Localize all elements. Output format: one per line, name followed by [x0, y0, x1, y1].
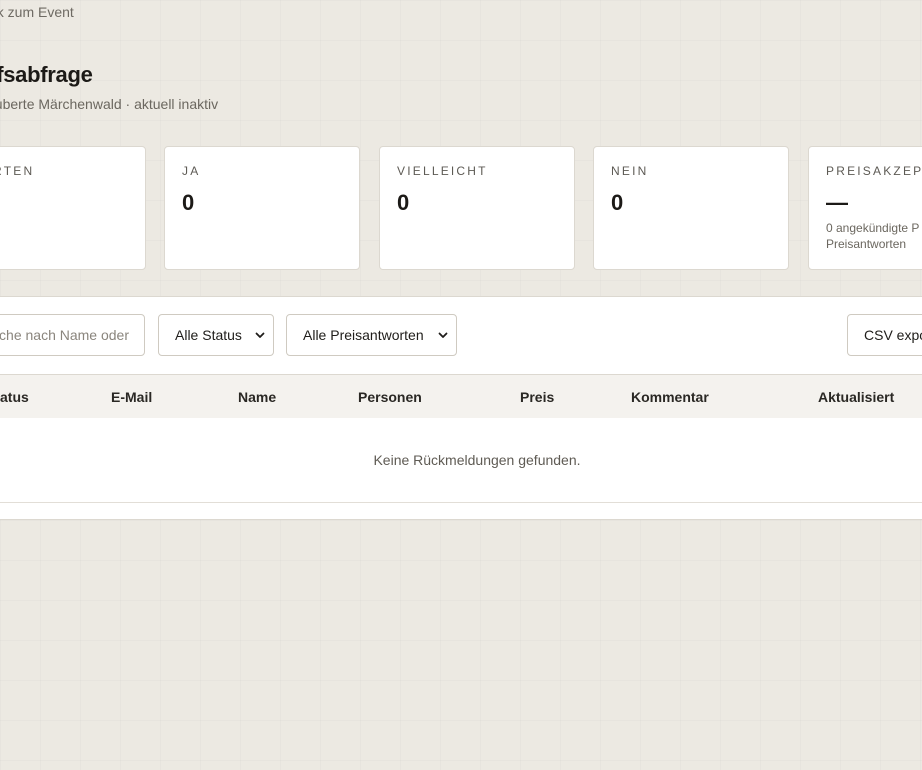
stat-value: 0 — [611, 190, 624, 215]
back-to-event-link[interactable]: ück zum Event — [0, 4, 74, 20]
column-header-email[interactable]: E-Mail — [111, 389, 152, 405]
table-empty-row: Keine Rückmeldungen gefunden. — [0, 418, 922, 503]
empty-state-message: Keine Rückmeldungen gefunden. — [373, 452, 581, 468]
page: ück zum Event arfsabfrage zauberte Märch… — [0, 0, 922, 770]
status-filter-value: Alle Status — [175, 327, 242, 343]
column-header-price[interactable]: Preis — [520, 389, 554, 405]
table-header: atus E-Mail Name Personen Preis Kommenta… — [0, 374, 922, 418]
stat-note: 0 angekündigte P Preisantworten — [826, 220, 922, 252]
page-subtitle: zauberte Märchenwald · aktuell inaktiv — [0, 96, 219, 112]
column-header-updated[interactable]: Aktualisiert — [818, 389, 894, 405]
search-input[interactable] — [0, 314, 145, 356]
stat-note-line: Preisantworten — [826, 237, 907, 251]
price-filter-value: Alle Preisantworten — [303, 327, 424, 343]
stat-card-responses: WORTEN — [0, 146, 146, 270]
column-header-comment[interactable]: Kommentar — [631, 389, 709, 405]
page-title: arfsabfrage — [0, 62, 93, 87]
stat-value: 0 — [182, 190, 195, 215]
stat-note-line: 0 angekündigte P — [826, 221, 920, 235]
stat-label: WORTEN — [0, 164, 35, 178]
csv-export-button[interactable]: CSV expo — [847, 314, 922, 356]
stat-value: — — [826, 190, 848, 215]
chevron-down-icon — [438, 332, 448, 338]
column-header-status[interactable]: atus — [0, 389, 29, 405]
status-filter-select[interactable]: Alle Status — [158, 314, 274, 356]
stat-label: NEIN — [611, 164, 649, 178]
stat-card-no: NEIN 0 — [593, 146, 789, 270]
chevron-down-icon — [255, 332, 265, 338]
price-filter-select[interactable]: Alle Preisantworten — [286, 314, 457, 356]
stat-label: VIELLEICHT — [397, 164, 488, 178]
stat-card-price-acceptance: PREISAKZEPT — 0 angekündigte P Preisantw… — [808, 146, 922, 270]
stat-label: JA — [182, 164, 201, 178]
column-header-name[interactable]: Name — [238, 389, 276, 405]
stat-card-yes: JA 0 — [164, 146, 360, 270]
stat-label: PREISAKZEPT — [826, 164, 922, 178]
stat-card-maybe: VIELLEICHT 0 — [379, 146, 575, 270]
column-header-persons[interactable]: Personen — [358, 389, 422, 405]
responses-panel: Alle Status Alle Preisantworten CSV expo… — [0, 296, 922, 520]
stat-value: 0 — [397, 190, 410, 215]
